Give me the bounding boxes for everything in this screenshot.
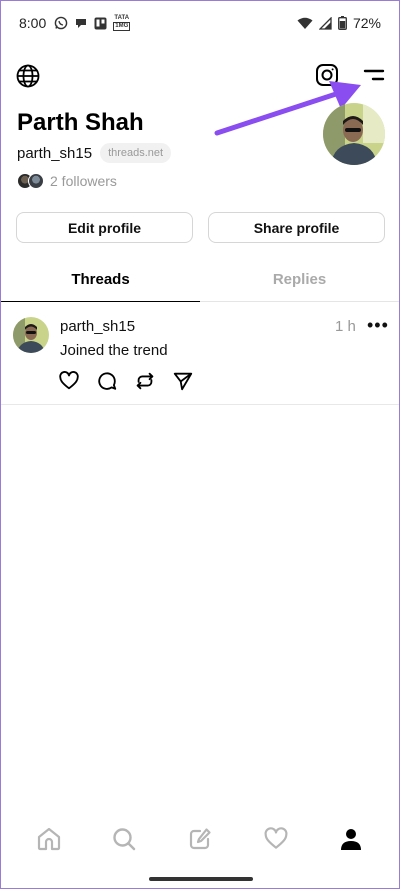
followers-count: 2 followers <box>50 173 117 189</box>
signal-icon <box>318 16 332 30</box>
post-username[interactable]: parth_sh15 <box>60 318 135 335</box>
profile-handle: parth_sh15 <box>17 144 93 162</box>
profile-tabs: Threads Replies <box>1 257 399 302</box>
post-avatar[interactable] <box>13 317 49 353</box>
post-text: Joined the trend <box>60 342 168 359</box>
post-actions <box>58 370 194 392</box>
profile-avatar[interactable] <box>323 103 385 165</box>
search-icon[interactable] <box>104 819 144 859</box>
followers-row[interactable]: 2 followers <box>17 173 117 189</box>
domain-badge[interactable]: threads.net <box>100 143 172 163</box>
follower-avatars <box>17 173 44 189</box>
handle-row: parth_sh15 threads.net <box>17 143 172 163</box>
gesture-home-bar[interactable] <box>149 877 253 881</box>
send-icon[interactable] <box>172 370 194 392</box>
globe-icon[interactable] <box>15 63 41 94</box>
status-bar: 8:00 TATA 1MG 72% <box>1 1 399 45</box>
battery-percent: 72% <box>352 15 381 31</box>
whatsapp-icon <box>54 16 68 30</box>
edit-profile-button[interactable]: Edit profile <box>16 212 193 243</box>
tata-label-bottom: 1MG <box>113 22 131 31</box>
wifi-icon <box>297 17 313 30</box>
profile-name: Parth Shah <box>17 109 144 136</box>
app-frame: 8:00 TATA 1MG 72% Parth Shah parth_sh15 … <box>0 0 400 889</box>
more-options-icon[interactable]: ••• <box>367 315 389 336</box>
profile-icon[interactable] <box>331 819 371 859</box>
compose-icon[interactable] <box>180 819 220 859</box>
battery-icon <box>338 16 347 30</box>
bottom-nav <box>1 813 399 865</box>
tata-1mg-icon: TATA 1MG <box>113 15 131 31</box>
chat-bubble-icon <box>74 16 88 30</box>
thread-post[interactable]: parth_sh15 1 h ••• Joined the trend <box>1 303 399 405</box>
status-left: 8:00 TATA 1MG <box>19 15 131 31</box>
heart-icon[interactable] <box>58 370 80 392</box>
status-right: 72% <box>297 15 381 31</box>
status-time: 8:00 <box>19 15 47 31</box>
repost-icon[interactable] <box>134 370 156 392</box>
post-timestamp: 1 h <box>335 318 356 335</box>
trello-icon <box>94 17 107 30</box>
follower-avatar <box>28 173 44 189</box>
tab-threads[interactable]: Threads <box>1 257 200 302</box>
activity-heart-icon[interactable] <box>256 819 296 859</box>
share-profile-button[interactable]: Share profile <box>208 212 385 243</box>
comment-icon[interactable] <box>96 370 118 392</box>
tata-label-top: TATA <box>114 15 130 21</box>
tab-replies[interactable]: Replies <box>200 257 399 301</box>
home-icon[interactable] <box>29 819 69 859</box>
